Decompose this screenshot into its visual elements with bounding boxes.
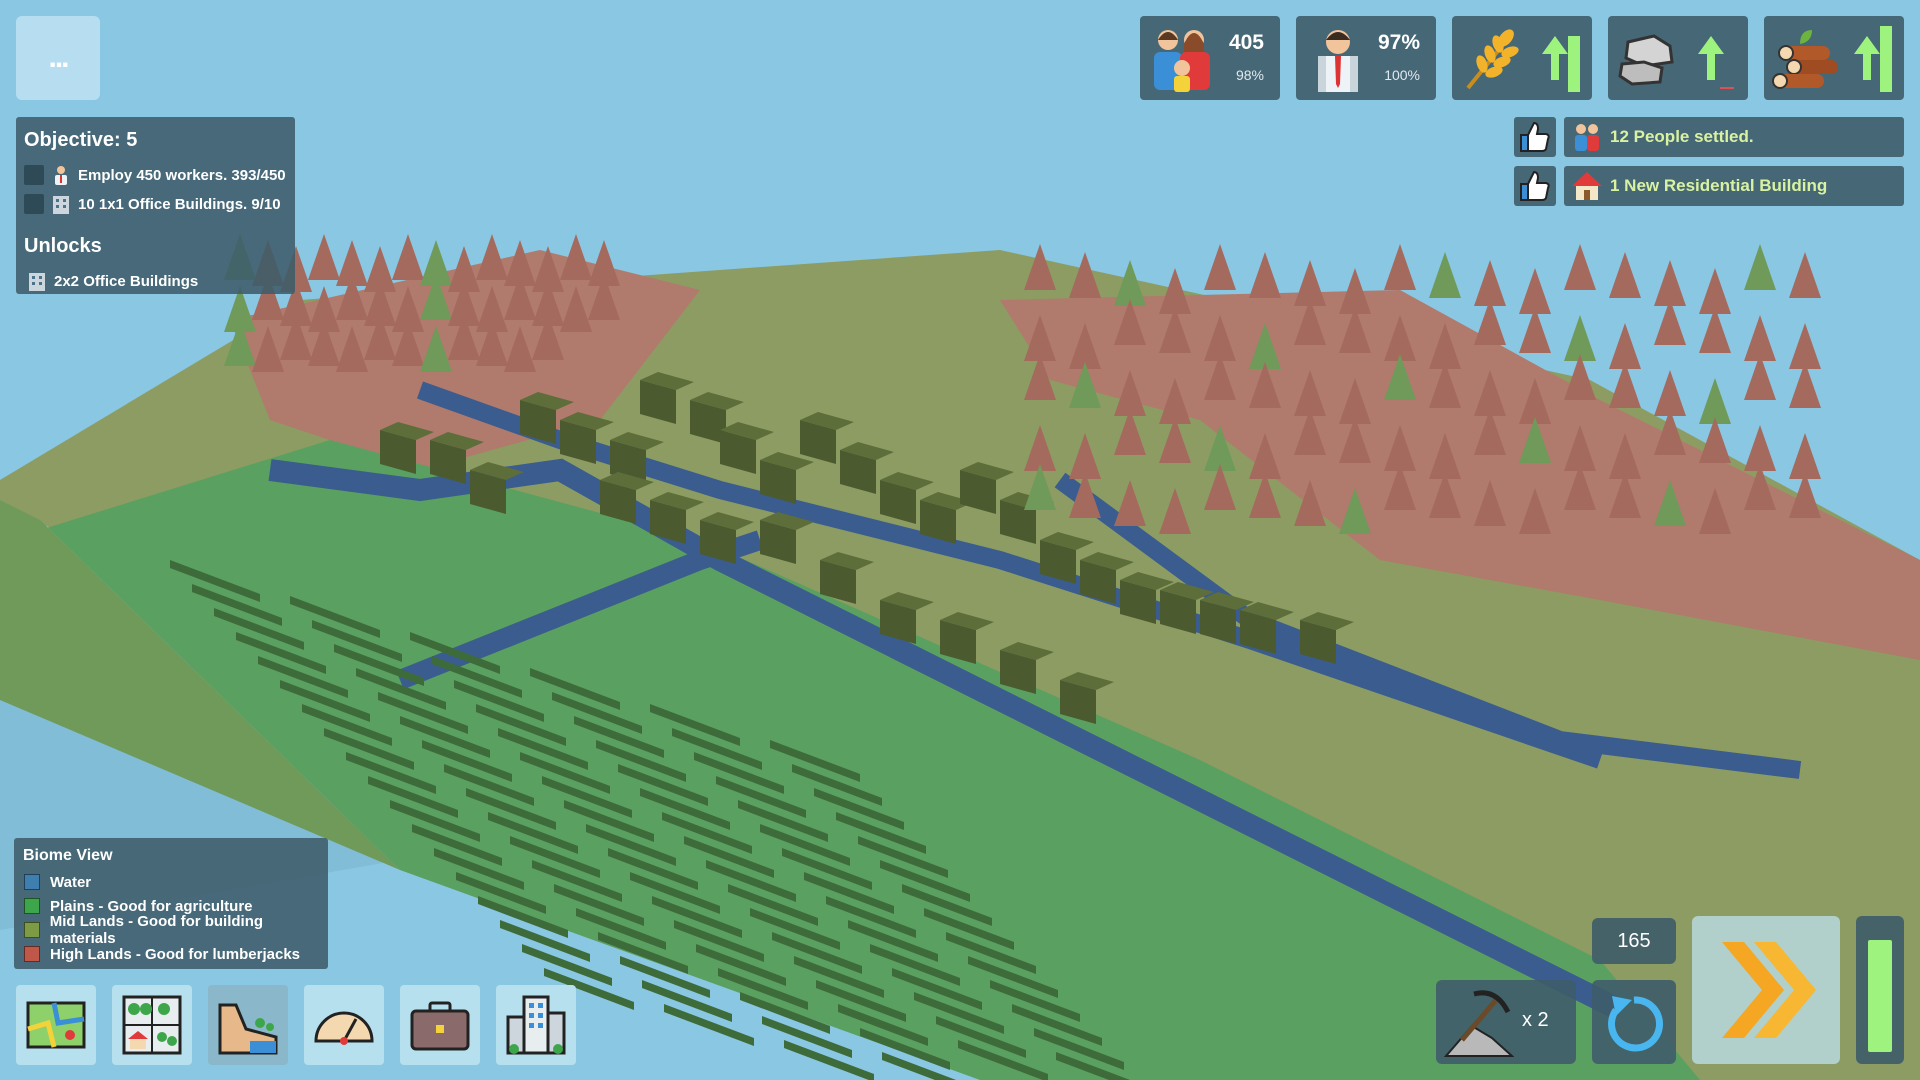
zoning-button[interactable] bbox=[112, 985, 192, 1065]
stone-stat[interactable] bbox=[1608, 16, 1748, 100]
notification-text: 12 People settled. bbox=[1610, 127, 1754, 146]
worker-icon bbox=[1318, 30, 1358, 92]
food-stat[interactable] bbox=[1452, 16, 1592, 100]
tree bbox=[1204, 244, 1236, 290]
energy-bar bbox=[1856, 916, 1904, 1064]
legend-swatch bbox=[24, 946, 40, 962]
biome-title: Biome View bbox=[23, 847, 113, 864]
worker-icon bbox=[55, 166, 67, 185]
trend-up-icon bbox=[1542, 36, 1568, 80]
notification-item[interactable]: 1 New Residential Building bbox=[1564, 166, 1904, 206]
stats-gauge-button[interactable] bbox=[304, 985, 384, 1065]
legend-item: Mid Lands - Good for building materials bbox=[24, 913, 328, 947]
fast-forward-icon bbox=[1722, 942, 1816, 1038]
fast-forward-button[interactable] bbox=[1692, 916, 1840, 1064]
logs-icon bbox=[1772, 30, 1838, 89]
population-stat[interactable]: 405 98% bbox=[1140, 16, 1280, 100]
thumbs-up-button[interactable] bbox=[1514, 117, 1556, 157]
energy-fill bbox=[1868, 940, 1892, 1052]
terrain-icon bbox=[218, 1003, 278, 1055]
objective-task: 10 1x1 Office Buildings. 9/10 bbox=[24, 193, 281, 215]
task-checkbox bbox=[24, 194, 44, 214]
stone-icon bbox=[1618, 34, 1674, 86]
office-building-icon bbox=[53, 196, 69, 214]
trend-up-icon bbox=[1698, 36, 1724, 80]
mine-button[interactable]: x 2 bbox=[1436, 980, 1576, 1064]
employment-value: 97% bbox=[1377, 31, 1420, 54]
employment-sub: 100% bbox=[1384, 67, 1420, 83]
jobs-button[interactable] bbox=[400, 985, 480, 1065]
employment-stat[interactable]: 97% 100% bbox=[1296, 16, 1436, 100]
briefcase-icon bbox=[410, 1001, 470, 1051]
tree bbox=[1384, 244, 1416, 290]
more-icon: ... bbox=[48, 41, 69, 74]
buildings-button[interactable] bbox=[496, 985, 576, 1065]
legend-item: Water bbox=[24, 872, 91, 892]
level-counter: 165 bbox=[1592, 918, 1676, 964]
refresh-button[interactable] bbox=[1592, 980, 1676, 1064]
objective-task: Employ 450 workers. 393/450 bbox=[24, 164, 286, 186]
legend-swatch bbox=[24, 922, 40, 938]
tree bbox=[308, 234, 340, 280]
tree bbox=[1789, 252, 1821, 298]
house-icon bbox=[1572, 172, 1602, 200]
tree bbox=[392, 234, 424, 280]
task-checkbox bbox=[24, 165, 44, 185]
food-level-bar bbox=[1568, 36, 1580, 92]
tree bbox=[1249, 252, 1281, 298]
menu-button[interactable]: ... bbox=[16, 16, 100, 100]
people-icon bbox=[1575, 124, 1599, 151]
map-view-button[interactable] bbox=[16, 985, 96, 1065]
biome-view-button[interactable] bbox=[208, 985, 288, 1065]
notification-text: 1 New Residential Building bbox=[1610, 176, 1828, 195]
tree bbox=[476, 234, 508, 280]
city-icon bbox=[506, 995, 566, 1055]
office-building-icon bbox=[29, 273, 45, 291]
pickaxe-icon bbox=[1443, 990, 1514, 1057]
population-value: 405 bbox=[1228, 31, 1264, 54]
mine-multiplier: x 2 bbox=[1522, 1009, 1549, 1031]
thumbs-up-icon bbox=[1520, 121, 1550, 152]
map-icon bbox=[26, 1001, 86, 1049]
objective-title: Objective: 5 bbox=[24, 129, 138, 151]
legend-swatch bbox=[24, 898, 40, 914]
legend-item: High Lands - Good for lumberjacks bbox=[24, 944, 300, 964]
family-icon bbox=[1154, 30, 1210, 92]
tree bbox=[1609, 252, 1641, 298]
tree bbox=[1429, 252, 1461, 298]
trend-up-icon bbox=[1854, 36, 1880, 80]
population-happiness: 98% bbox=[1235, 67, 1264, 83]
notification-item[interactable]: 12 People settled. bbox=[1564, 117, 1904, 157]
tree bbox=[1744, 244, 1776, 290]
wood-stat[interactable] bbox=[1764, 16, 1904, 100]
unlocks-title: Unlocks bbox=[24, 235, 102, 257]
thumbs-up-icon bbox=[1520, 170, 1550, 201]
legend-swatch bbox=[24, 874, 40, 890]
objective-panel: Objective: 5 Employ 450 workers. 393/450… bbox=[16, 117, 295, 294]
gauge-icon bbox=[314, 1011, 374, 1045]
unlock-item: 2x2 Office Buildings bbox=[26, 270, 198, 292]
refresh-icon bbox=[1608, 996, 1663, 1052]
zoning-icon bbox=[122, 995, 182, 1055]
stone-level-bar bbox=[1720, 87, 1734, 89]
wood-level-bar bbox=[1880, 26, 1892, 92]
wheat-icon bbox=[1466, 29, 1519, 90]
thumbs-up-button[interactable] bbox=[1514, 166, 1556, 206]
tree bbox=[1564, 244, 1596, 290]
biome-legend: Biome View Water Plains - Good for agric… bbox=[14, 838, 328, 969]
